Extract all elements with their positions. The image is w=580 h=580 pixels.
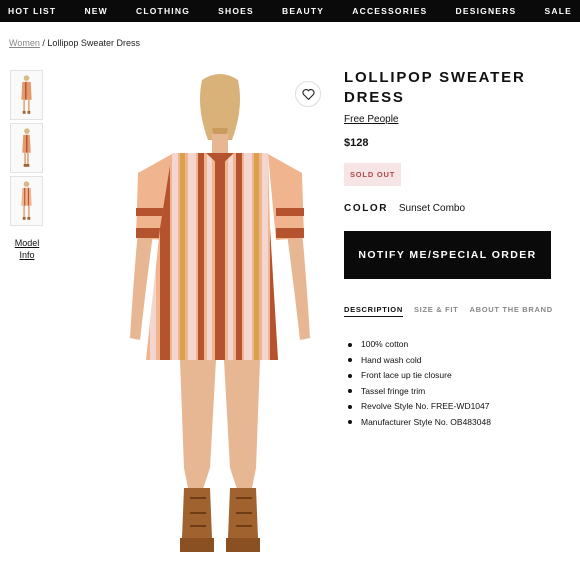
product-main-image[interactable] [120,68,320,568]
nav-beauty[interactable]: BEAUTY [282,6,324,16]
product-title: LOLLIPOP SWEATER DRESS [344,69,526,106]
top-navigation: HOT LIST NEW CLOTHING SHOES BEAUTY ACCES… [0,0,580,22]
description-list: 100% cotton Hand wash cold Front lace up… [344,337,559,430]
nav-sale[interactable]: SALE [545,6,572,16]
tab-description[interactable]: DESCRIPTION [344,305,403,317]
list-item-text: Manufacturer Style No. OB483048 [361,416,491,427]
bullet-icon [348,342,352,347]
breadcrumb-women-link[interactable]: Women [9,38,40,48]
sold-out-badge: SOLD OUT [344,163,402,186]
color-label: COLOR [344,203,389,214]
breadcrumb: Women / Lollipop Sweater Dress [9,38,140,48]
heart-icon [302,89,314,100]
nav-designers[interactable]: DESIGNERS [456,6,517,16]
list-item: 100% cotton [344,337,559,353]
bullet-icon [348,358,352,363]
model-info-link[interactable]: Model Info [8,237,46,261]
color-value: Sunset Combo [398,203,466,214]
nav-shoes[interactable]: SHOES [218,6,254,16]
breadcrumb-current: Lollipop Sweater Dress [47,38,140,48]
tab-size-fit[interactable]: SIZE & FIT [414,305,459,317]
list-item: Tassel fringe trim [344,384,559,400]
notify-me-button[interactable]: NOTIFY ME/SPECIAL ORDER [344,231,551,279]
product-price: $128 [344,137,369,149]
list-item-text: Front lace up tie closure [361,370,452,380]
list-item: Revolve Style No. FREE-WD1047 [344,399,559,415]
breadcrumb-separator: / [42,38,45,48]
bullet-icon [348,404,352,409]
list-item: Hand wash cold [344,353,559,369]
nav-accessories[interactable]: ACCESSORIES [352,6,427,16]
list-item-text: Hand wash cold [361,354,422,365]
bullet-icon [348,420,352,425]
list-item: Front lace up tie closure [344,368,559,384]
nav-clothing[interactable]: CLOTHING [136,6,190,16]
bullet-icon [348,389,352,394]
list-item: Manufacturer Style No. OB483048 [344,415,559,431]
nav-new[interactable]: NEW [84,6,107,16]
model-info-line2: Info [19,250,35,260]
bullet-icon [348,373,352,378]
wishlist-button[interactable] [295,81,321,107]
product-tabs: DESCRIPTION SIZE & FIT ABOUT THE BRAND [344,305,559,317]
list-item-text: Tassel fringe trim [361,385,426,396]
thumbnail-back[interactable] [10,176,43,226]
color-row: COLOR Sunset Combo [344,203,559,214]
nav-hot-list[interactable]: HOT LIST [8,6,56,16]
thumbnail-list [10,70,44,229]
thumbnail-side[interactable] [10,123,43,173]
list-item-text: 100% cotton [361,339,409,349]
list-item-text: Revolve Style No. FREE-WD1047 [361,401,490,411]
product-details: LOLLIPOP SWEATER DRESS Free People $128 … [344,68,559,430]
thumbnail-front[interactable] [10,70,43,120]
brand-link[interactable]: Free People [344,114,398,125]
model-info-line1: Model [14,238,40,248]
tab-about-brand[interactable]: ABOUT THE BRAND [469,305,552,317]
